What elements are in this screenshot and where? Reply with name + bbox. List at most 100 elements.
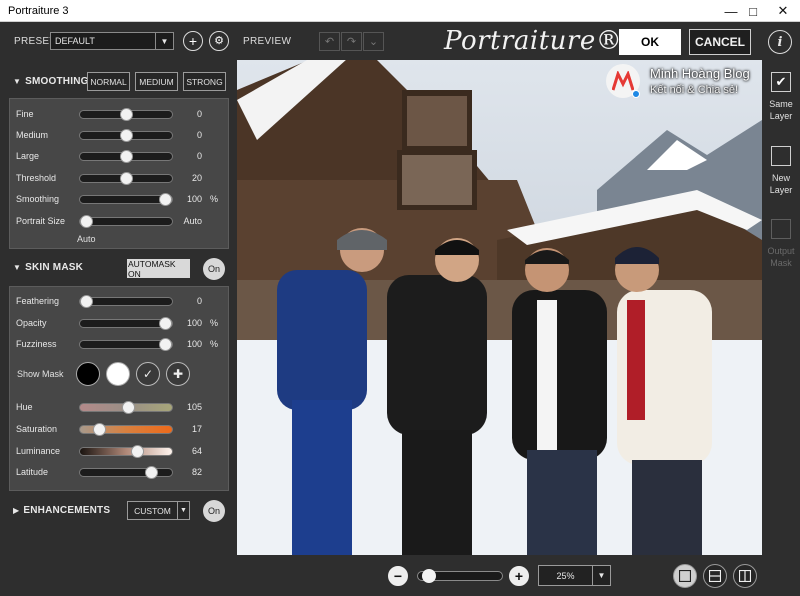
feathering-slider[interactable] — [79, 295, 173, 308]
slider-label: Medium — [16, 130, 49, 140]
zoom-slider[interactable] — [417, 569, 503, 583]
enhancements-mode-value: CUSTOM — [134, 505, 171, 516]
preset-settings-button[interactable]: ⚙ — [209, 31, 229, 51]
slider-knob[interactable] — [93, 423, 106, 436]
hue-slider[interactable] — [79, 401, 173, 414]
new-layer-label: New Layer — [769, 173, 793, 195]
slider-label: Fuzziness — [16, 339, 57, 349]
smoothing-slider[interactable] — [79, 193, 173, 206]
smoothing-mode-normal[interactable]: NORMAL — [87, 72, 130, 91]
slider-knob[interactable] — [80, 295, 93, 308]
zoom-out-button[interactable]: − — [388, 566, 408, 586]
preview-photo — [237, 60, 762, 555]
skin-mask-panel: Feathering 0 Opacity 100 % Fuzziness 100… — [9, 286, 229, 491]
slider-knob[interactable] — [145, 466, 158, 479]
slider-unit: % — [209, 318, 218, 328]
slider-knob[interactable] — [131, 445, 144, 458]
eyedropper-plus-icon[interactable]: ✚ — [166, 362, 190, 386]
enhancements-mode-dropdown[interactable]: CUSTOM ▼ — [127, 501, 190, 520]
slider-value: 100 — [186, 339, 202, 349]
close-icon[interactable]: ✕ — [760, 0, 800, 22]
slider-row-feathering: Feathering 0 — [16, 295, 224, 309]
cancel-button[interactable]: CANCEL — [689, 29, 751, 55]
slider-knob[interactable] — [120, 108, 133, 121]
large-slider[interactable] — [79, 150, 173, 163]
skin-mask-title: SKIN MASK — [25, 262, 84, 273]
automask-button[interactable]: AUTOMASK ON — [127, 259, 190, 279]
watermark-subtitle: Kết nối & Chia sẻ! — [650, 84, 739, 96]
fine-slider[interactable] — [79, 108, 173, 121]
watermark-overlay: Minh Hoàng Blog Kết nối & Chia sẻ! — [606, 64, 756, 100]
opacity-slider[interactable] — [79, 317, 173, 330]
blog-logo-mark — [612, 71, 634, 91]
output-mask-checkbox — [771, 219, 791, 239]
window-title: Portraiture 3 — [8, 5, 69, 17]
zoom-slider-knob[interactable] — [422, 569, 436, 583]
slider-label: Smoothing — [16, 194, 60, 204]
slider-knob[interactable] — [120, 129, 133, 142]
expand-triangle-icon: ▼ — [13, 263, 22, 272]
slider-knob[interactable] — [120, 172, 133, 185]
slider-knob[interactable] — [159, 193, 172, 206]
threshold-slider[interactable] — [79, 172, 173, 185]
slider-value: 100 — [186, 318, 202, 328]
slider-value: 0 — [196, 296, 202, 306]
watermark-title: Minh Hoàng Blog — [650, 66, 750, 81]
portrait-size-slider[interactable] — [79, 215, 173, 228]
slider-value: 0 — [196, 109, 202, 119]
smoothing-section-header[interactable]: ▼ SMOOTHING — [13, 76, 89, 87]
slider-row-large: Large 0 — [16, 150, 224, 164]
mask-black-swatch[interactable] — [76, 362, 100, 386]
zoom-level-dropdown[interactable]: 25% ▼ — [538, 565, 611, 586]
slider-row-medium: Medium 0 — [16, 129, 224, 143]
slider-row-hue: Hue 105 — [16, 401, 224, 415]
enhancements-section-header[interactable]: ▶ ENHANCEMENTS — [13, 505, 110, 516]
slider-knob[interactable] — [159, 338, 172, 351]
split-vertical-button[interactable] — [733, 564, 757, 588]
preview-image[interactable] — [237, 60, 762, 555]
slider-knob[interactable] — [120, 150, 133, 163]
undo-icon[interactable]: ↶ — [319, 32, 340, 51]
split-horizontal-icon — [709, 570, 721, 582]
same-layer-label: Same Layer — [769, 99, 793, 121]
skin-mask-section-header[interactable]: ▼ SKIN MASK — [13, 262, 83, 273]
smoothing-title: SMOOTHING — [25, 76, 89, 87]
smoothing-panel: Fine 0 Medium 0 Large 0 Threshold 20 Smo… — [9, 98, 229, 249]
smoothing-mode-medium[interactable]: MEDIUM — [135, 72, 178, 91]
latitude-slider[interactable] — [79, 466, 173, 479]
enhancements-toggle[interactable]: On — [203, 500, 225, 522]
skin-mask-toggle[interactable]: On — [203, 258, 225, 280]
slider-value: 100 — [186, 194, 202, 204]
preset-dropdown[interactable]: DEFAULT ▼ — [50, 32, 174, 50]
slider-knob[interactable] — [159, 317, 172, 330]
zoom-in-button[interactable]: + — [509, 566, 529, 586]
saturation-slider[interactable] — [79, 423, 173, 436]
slider-row-portrait-size: Portrait Size Auto — [16, 215, 224, 229]
slider-value: 20 — [191, 173, 202, 183]
slider-knob[interactable] — [80, 215, 93, 228]
fuzziness-slider[interactable] — [79, 338, 173, 351]
slider-row-saturation: Saturation 17 — [16, 423, 224, 437]
smoothing-mode-strong[interactable]: STRONG — [183, 72, 226, 91]
verified-dot-icon — [632, 90, 640, 98]
slider-row-smoothing: Smoothing 100 % — [16, 193, 224, 207]
add-preset-button[interactable]: + — [183, 31, 203, 51]
medium-slider[interactable] — [79, 129, 173, 142]
show-mask-label: Show Mask — [17, 369, 64, 379]
history-chevron-icon[interactable]: ⌄ — [363, 32, 384, 51]
eyedropper-icon[interactable]: ✓ — [136, 362, 160, 386]
redo-icon[interactable]: ↷ — [341, 32, 362, 51]
slider-label: Portrait Size — [16, 216, 66, 226]
mask-white-swatch[interactable] — [106, 362, 130, 386]
luminance-slider[interactable] — [79, 445, 173, 458]
slider-knob[interactable] — [122, 401, 135, 414]
same-layer-checkbox[interactable]: ✔ — [771, 72, 791, 92]
split-horizontal-button[interactable] — [703, 564, 727, 588]
info-button[interactable]: i — [768, 30, 792, 54]
ok-button[interactable]: OK — [619, 29, 681, 55]
new-layer-checkbox[interactable] — [771, 146, 791, 166]
preset-value: DEFAULT — [55, 36, 95, 46]
single-view-button[interactable] — [673, 564, 697, 588]
slider-label: Fine — [16, 109, 34, 119]
plus-icon: + — [514, 568, 524, 584]
